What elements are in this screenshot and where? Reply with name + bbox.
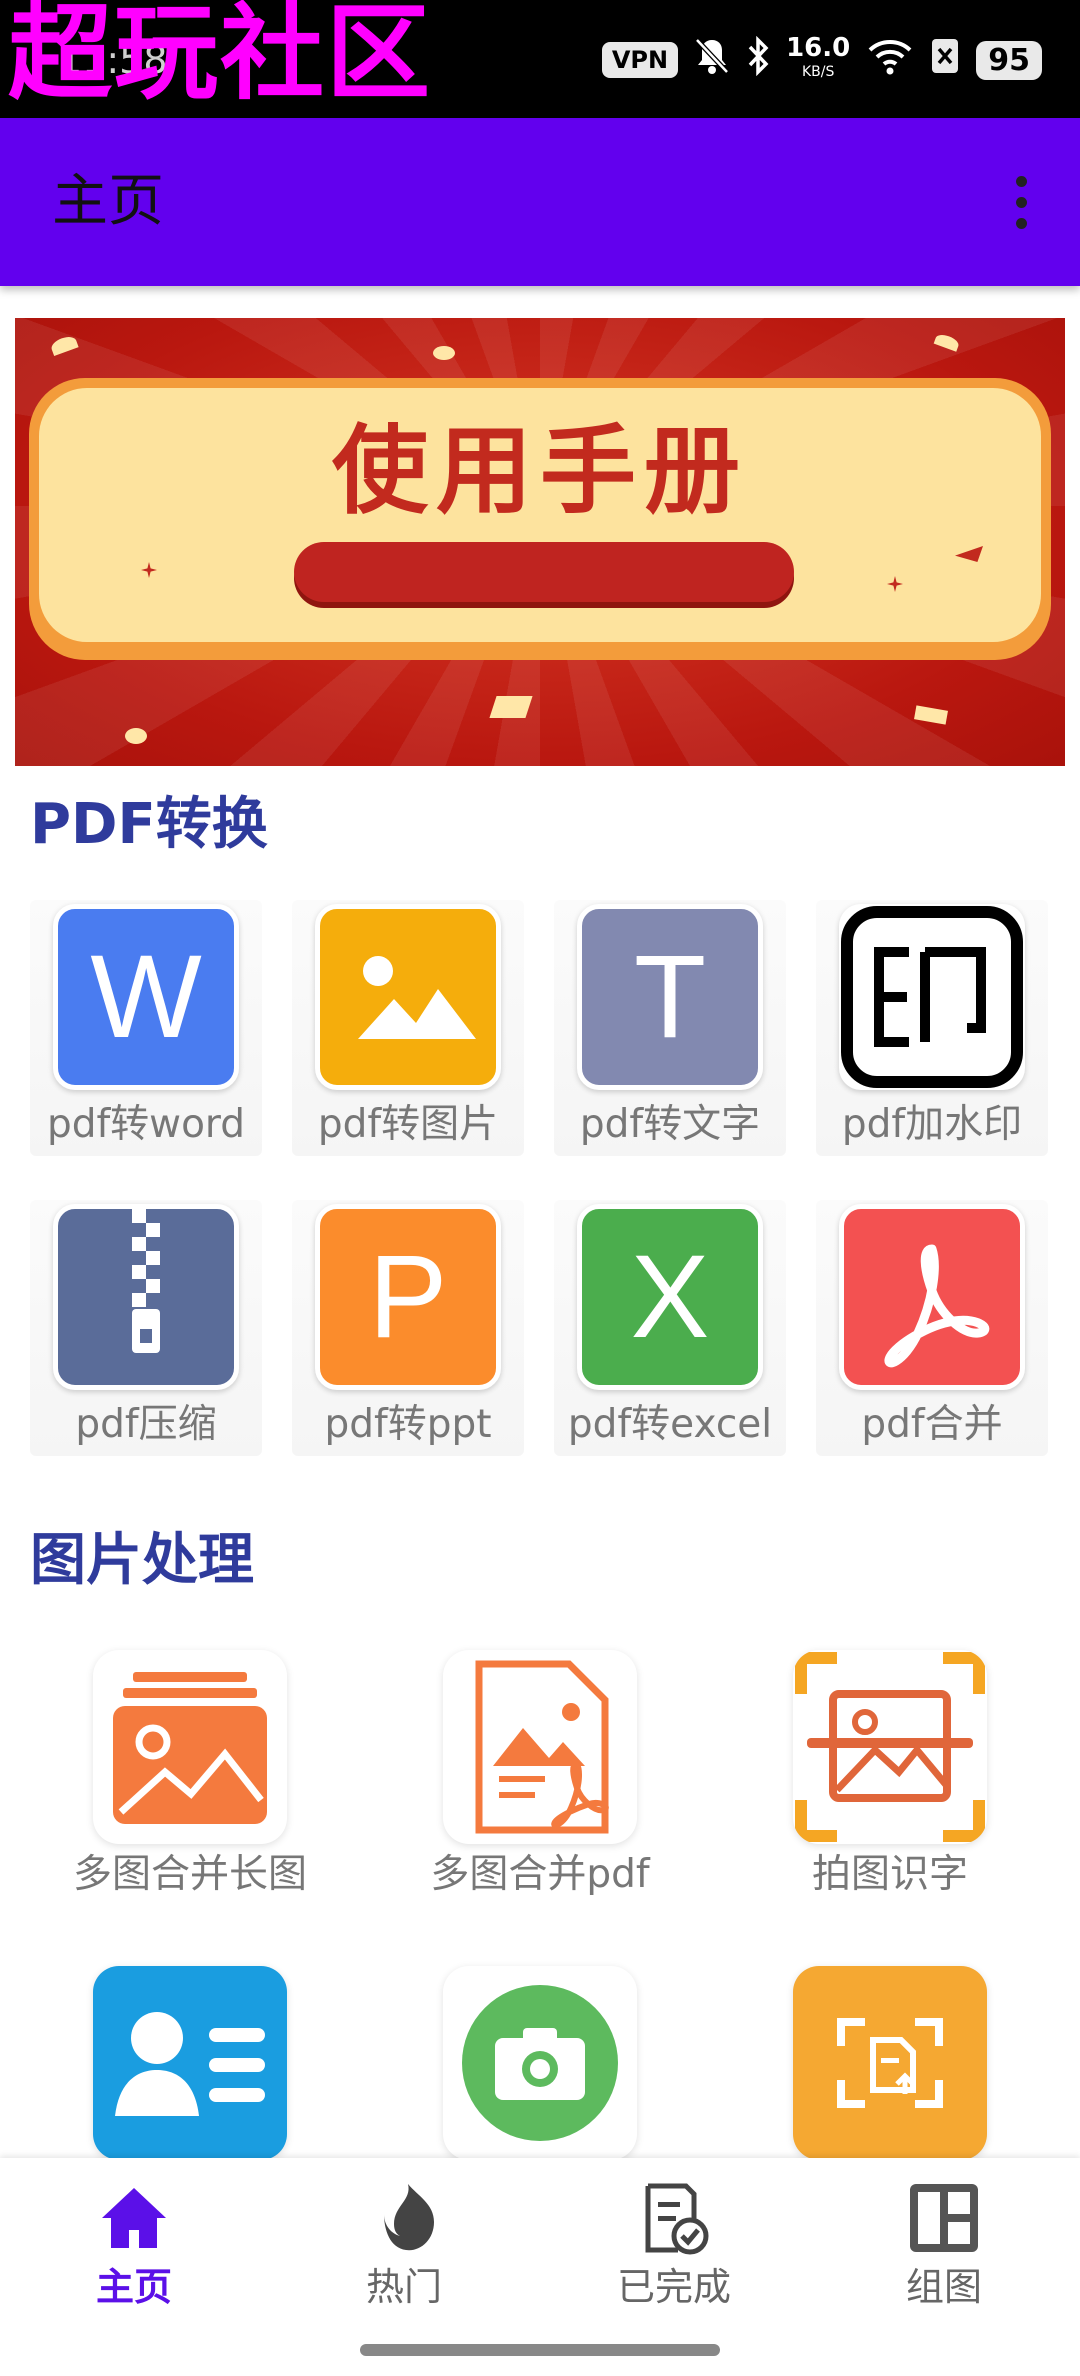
home-indicator[interactable] [360, 2344, 720, 2356]
tile-label: pdf合并 [861, 1402, 1003, 1447]
battery-indicator: 95 [976, 40, 1042, 80]
ppt-icon: P [315, 1204, 501, 1390]
tile-pdf-watermark[interactable]: pdf加水印 [816, 900, 1048, 1156]
net-speed-unit: KB/S [801, 64, 835, 80]
document-scan-icon [793, 1966, 987, 2160]
tile-images-to-pdf[interactable]: 多图合并pdf [390, 1650, 690, 1910]
watermark-icon [839, 904, 1025, 1090]
tile-id-card[interactable] [40, 1966, 340, 2160]
wifi-icon [866, 36, 914, 85]
checklist-icon [634, 2178, 714, 2258]
nav-hot[interactable]: 热门 [304, 2178, 504, 2312]
more-vert-icon[interactable] [1016, 176, 1030, 229]
tile-camera[interactable] [390, 1966, 690, 2160]
net-speed: 16.0 KB/S [786, 33, 851, 84]
watermark-text: 超玩社区 [8, 0, 433, 114]
nav-label: 主页 [95, 2265, 172, 2309]
tile-document-scan[interactable] [740, 1966, 1040, 2160]
layout-icon [904, 2178, 984, 2258]
home-icon [94, 2178, 174, 2258]
manual-card: 使用手册 [29, 378, 1051, 660]
tile-pdf-to-text[interactable]: T pdf转文字 [554, 900, 786, 1156]
nav-collage[interactable]: 组图 [844, 2178, 1044, 2312]
word-glyph: W [90, 931, 202, 1063]
tile-label: pdf压缩 [75, 1402, 217, 1447]
bell-off-icon [694, 36, 730, 85]
section-title-image: 图片处理 [30, 1528, 254, 1593]
status-bar: 11:58 超玩社区 VPN 16.0 KB/S 95 [0, 0, 1080, 118]
tile-label: 多图合并pdf [430, 1852, 650, 1897]
excel-glyph: X [630, 1231, 710, 1363]
sim-off-icon [930, 37, 960, 84]
banner-title: 使用手册 [332, 415, 748, 527]
tile-pdf-to-image[interactable]: pdf转图片 [292, 900, 524, 1156]
tile-pdf-to-word[interactable]: W pdf转word [30, 900, 262, 1156]
nav-label: 已完成 [616, 2265, 731, 2309]
bluetooth-icon [746, 35, 770, 85]
confetti-shape [125, 728, 147, 744]
zip-icon [53, 1204, 239, 1390]
confetti-shape [433, 346, 455, 360]
tile-label: pdf转excel [567, 1402, 773, 1447]
excel-icon: X [577, 1204, 763, 1390]
vpn-badge: VPN [601, 42, 679, 78]
text-glyph: T [633, 931, 707, 1063]
tile-pdf-to-excel[interactable]: X pdf转excel [554, 1200, 786, 1456]
word-icon: W [53, 904, 239, 1090]
tile-photo-ocr[interactable]: 拍图识字 [740, 1650, 1040, 1910]
nav-completed[interactable]: 已完成 [574, 2178, 774, 2312]
acrobat-icon [839, 1204, 1025, 1390]
tile-pdf-merge[interactable]: pdf合并 [816, 1200, 1048, 1456]
nav-label: 组图 [905, 2265, 982, 2309]
tile-label: 拍图识字 [811, 1852, 968, 1897]
net-speed-value: 16.0 [786, 33, 851, 63]
tile-label: 多图合并长图 [72, 1852, 307, 1897]
banner-pill [294, 542, 794, 602]
status-icons: VPN 16.0 KB/S 95 [601, 32, 1042, 88]
section-title-pdf: PDF转换 [30, 792, 268, 857]
ppt-glyph: P [368, 1231, 448, 1363]
nav-home[interactable]: 主页 [34, 2178, 234, 2312]
tile-pdf-to-ppt[interactable]: P pdf转ppt [292, 1200, 524, 1456]
tile-label: pdf转图片 [317, 1102, 499, 1147]
tile-images-to-long-image[interactable]: 多图合并长图 [40, 1650, 340, 1910]
flame-icon [364, 2178, 444, 2258]
tile-label: pdf加水印 [841, 1102, 1023, 1147]
tile-pdf-compress[interactable]: pdf压缩 [30, 1200, 262, 1456]
tile-label: pdf转word [46, 1102, 246, 1147]
text-icon: T [577, 904, 763, 1090]
camera-icon [443, 1966, 637, 2160]
tile-label: pdf转ppt [324, 1402, 492, 1447]
page-title: 主页 [52, 169, 164, 234]
manual-banner[interactable]: 使用手册 [15, 318, 1065, 766]
confetti-shape [489, 696, 533, 718]
app-bar: 主页 [0, 118, 1080, 286]
stacked-images-icon [93, 1650, 287, 1844]
scan-image-icon [793, 1650, 987, 1844]
image-icon [315, 904, 501, 1090]
nav-label: 热门 [365, 2265, 442, 2309]
id-card-icon [93, 1966, 287, 2160]
image-to-pdf-icon [443, 1650, 637, 1844]
tile-label: pdf转文字 [579, 1102, 761, 1147]
